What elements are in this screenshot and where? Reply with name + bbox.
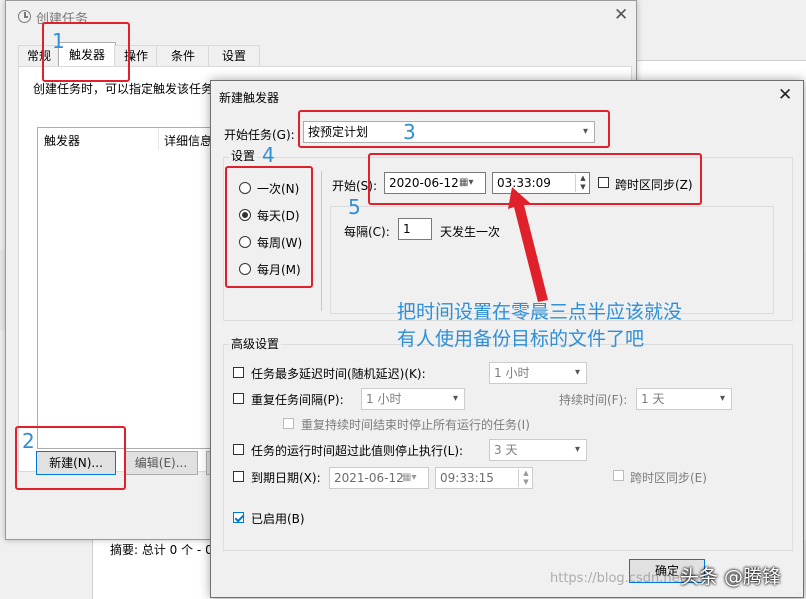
watermark-brand: 头条 @腾锋	[680, 566, 782, 588]
annotation-note-line2: 有人使用备份目标的文件了吧	[397, 328, 645, 350]
annotation-arrow-shape	[508, 187, 548, 302]
watermark-url: https://blog.csdn.net/c	[550, 571, 697, 586]
annotation-note-line1: 把时间设置在零晨三点半应该就没	[397, 301, 683, 323]
